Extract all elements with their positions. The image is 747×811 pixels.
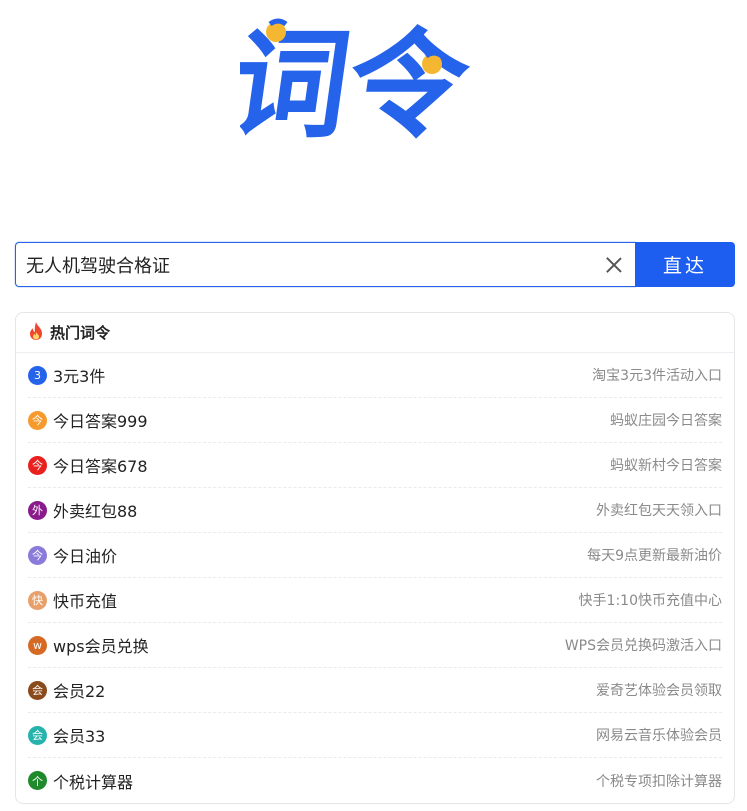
command-badge-icon: 个 [28,771,47,790]
command-name: 今日油价 [53,547,118,566]
list-item[interactable]: 外外卖红包88 外卖红包天天领入口 [28,488,722,533]
list-item-left: w wps会员兑换 [28,633,149,657]
command-name: 会员22 [53,682,106,701]
hot-commands-list: 3 3元3件 淘宝3元3件活动入口今今日答案999 蚂蚁庄园今日答案今今日答案678 蚂… [16,353,734,803]
list-item-left: 今今日答案999 [28,408,148,432]
list-item[interactable]: 今今日答案999 蚂蚁庄园今日答案 [28,398,722,443]
command-name: 会员33 [53,727,106,746]
command-description: 每天9点更新最新油价 [587,548,722,564]
list-item[interactable]: 3 3元3件 淘宝3元3件活动入口 [28,353,722,398]
list-item-left: 个个税计算器 [28,769,133,793]
flame-icon [28,321,44,345]
command-description: 淘宝3元3件活动入口 [592,368,722,384]
list-item[interactable]: 会会员33 网易云音乐体验会员 [28,713,722,758]
list-item-left: 会会员33 [28,723,105,747]
list-item-left: 今今日油价 [28,543,117,567]
command-description: 蚂蚁庄园今日答案 [610,413,722,429]
command-description: 网易云音乐体验会员 [596,728,722,744]
command-description: WPS会员兑换码激活入口 [564,638,722,654]
command-description: 个税专项扣除计算器 [596,773,722,790]
close-icon[interactable] [605,256,623,274]
go-button[interactable]: 直达 [635,242,735,287]
command-description: 外卖红包天天领入口 [596,503,722,519]
command-name: 今日答案999 [53,412,148,431]
command-description: 爱奇艺体验会员领取 [596,683,722,699]
command-badge-icon: 今 [28,455,47,475]
panel-header: 热门词令 [16,313,734,353]
command-name: 个税计算器 [53,772,134,792]
command-badge-icon: 快 [28,590,47,610]
command-badge-icon: 3 [28,365,47,385]
command-badge-icon: 会 [28,680,47,700]
command-badge-icon: 外 [28,500,47,520]
list-item-left: 会会员22 [28,678,105,702]
command-name: 外卖红包88 [53,502,138,521]
list-item[interactable]: 今今日油价 每天9点更新最新油价 [28,533,722,578]
panel-title: 热门词令 [50,324,111,342]
list-item[interactable]: 个个税计算器 个税专项扣除计算器 [28,758,722,803]
command-name: wps会员兑换 [53,637,149,656]
list-item-left: 快快币充值 [28,588,117,612]
list-item-left: 今今日答案678 [28,453,148,477]
command-name: 3元3件 [53,367,106,386]
command-badge-icon: 今 [28,545,47,565]
command-badge-icon: 会 [28,725,47,745]
command-badge-icon: w [28,635,47,655]
site-logo[interactable]: 词令 [222,8,510,158]
logo-graphic: 词令 [222,17,478,154]
list-item-left: 外外卖红包88 [28,498,137,522]
command-badge-icon: 今 [28,410,47,430]
command-name: 今日答案678 [53,457,148,476]
command-description: 蚂蚁新村今日答案 [610,458,722,474]
list-item[interactable]: 快快币充值 快手1:10快币充值中心 [28,578,722,623]
command-description: 快手1:10快币充值中心 [578,593,722,609]
search-input[interactable] [26,254,605,275]
list-item-left: 3 3元3件 [28,363,105,387]
command-name: 快币充值 [53,592,118,611]
hot-commands-panel: 热门词令 3 3元3件 淘宝3元3件活动入口今今日答案999 蚂蚁庄园今日答案今今日答… [15,312,735,804]
list-item[interactable]: 今今日答案678 蚂蚁新村今日答案 [28,443,722,488]
search-bar: 直达 [15,242,735,287]
list-item[interactable]: 会会员22 爱奇艺体验会员领取 [28,668,722,713]
list-item[interactable]: w wps会员兑换 WPS会员兑换码激活入口 [28,623,722,668]
search-box [15,242,635,287]
